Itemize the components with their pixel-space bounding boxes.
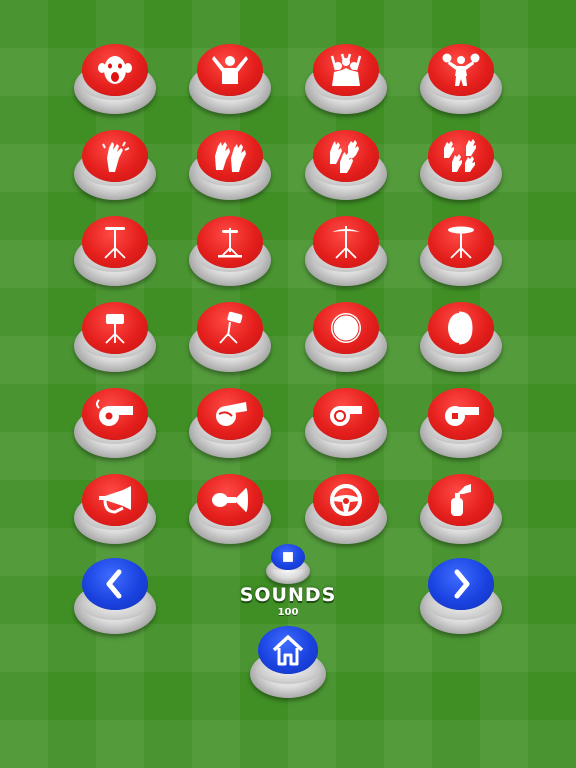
sound-button-sports-whistle[interactable] <box>305 388 387 458</box>
sound-button-snare-drum[interactable] <box>74 302 156 372</box>
bike-horn-icon <box>189 480 271 520</box>
pea-whistle-icon <box>420 394 502 434</box>
air-horn-icon <box>420 480 502 520</box>
three-clapping-hands-icon <box>305 136 387 176</box>
snare-drum-icon <box>74 308 156 348</box>
ride-cymbal-icon <box>420 222 502 262</box>
stop-icon <box>266 546 310 568</box>
sound-button-bugle-horn[interactable] <box>74 474 156 544</box>
sounds-count: 100 <box>277 607 299 618</box>
crowd-clapping-hands-icon <box>420 136 502 176</box>
referee-whistle-icon <box>189 394 271 434</box>
screaming-monkey-icon <box>74 50 156 90</box>
clapping-hands-icon <box>74 136 156 176</box>
home-button[interactable] <box>250 626 326 698</box>
sound-button-pea-whistle[interactable] <box>420 388 502 458</box>
previous-page-button[interactable] <box>74 558 156 634</box>
steering-wheel-horn-icon <box>305 480 387 520</box>
bugle-horn-icon <box>74 480 156 520</box>
sound-button-cheerleader[interactable] <box>420 44 502 114</box>
hihat-stand-icon <box>189 222 271 262</box>
next-page-button[interactable] <box>420 558 502 634</box>
sound-button-tom-drum[interactable] <box>189 302 271 372</box>
sound-button-clapping-hands[interactable] <box>74 130 156 200</box>
sound-button-referee-whistle[interactable] <box>189 388 271 458</box>
home-icon <box>250 630 326 670</box>
sound-button-crash-cymbal[interactable] <box>305 216 387 286</box>
sound-button-crowd-cheering[interactable] <box>305 44 387 114</box>
bass-drum-icon <box>305 308 387 348</box>
sound-button-steering-wheel-horn[interactable] <box>305 474 387 544</box>
sound-button-cymbal-stand[interactable] <box>74 216 156 286</box>
sports-whistle-icon <box>305 394 387 434</box>
whistle-icon <box>74 394 156 434</box>
sound-button-whistle[interactable] <box>74 388 156 458</box>
cymbal-stand-icon <box>74 222 156 262</box>
tom-drum-icon <box>189 308 271 348</box>
chevron-left-icon <box>74 564 156 604</box>
sounds-title: SOUNDS <box>239 584 337 606</box>
sound-button-screaming-monkey[interactable] <box>74 44 156 114</box>
sound-button-ride-cymbal[interactable] <box>420 216 502 286</box>
crash-cymbal-icon <box>305 222 387 262</box>
tambourine-drum-icon <box>420 308 502 348</box>
cheering-fan-icon <box>189 50 271 90</box>
sound-button-bass-drum[interactable] <box>305 302 387 372</box>
chevron-right-icon <box>420 564 502 604</box>
sound-button-cheering-fan[interactable] <box>189 44 271 114</box>
crowd-cheering-icon <box>305 50 387 90</box>
two-clapping-hands-icon <box>189 136 271 176</box>
sound-button-crowd-clapping[interactable] <box>420 130 502 200</box>
sound-button-three-clapping-hands[interactable] <box>305 130 387 200</box>
cheerleader-icon <box>420 50 502 90</box>
sound-button-bike-horn[interactable] <box>189 474 271 544</box>
sound-button-air-horn[interactable] <box>420 474 502 544</box>
stop-sound-button[interactable] <box>266 544 310 584</box>
sound-button-two-clapping-hands[interactable] <box>189 130 271 200</box>
sound-button-tambourine-drum[interactable] <box>420 302 502 372</box>
sound-button-hihat-stand[interactable] <box>189 216 271 286</box>
